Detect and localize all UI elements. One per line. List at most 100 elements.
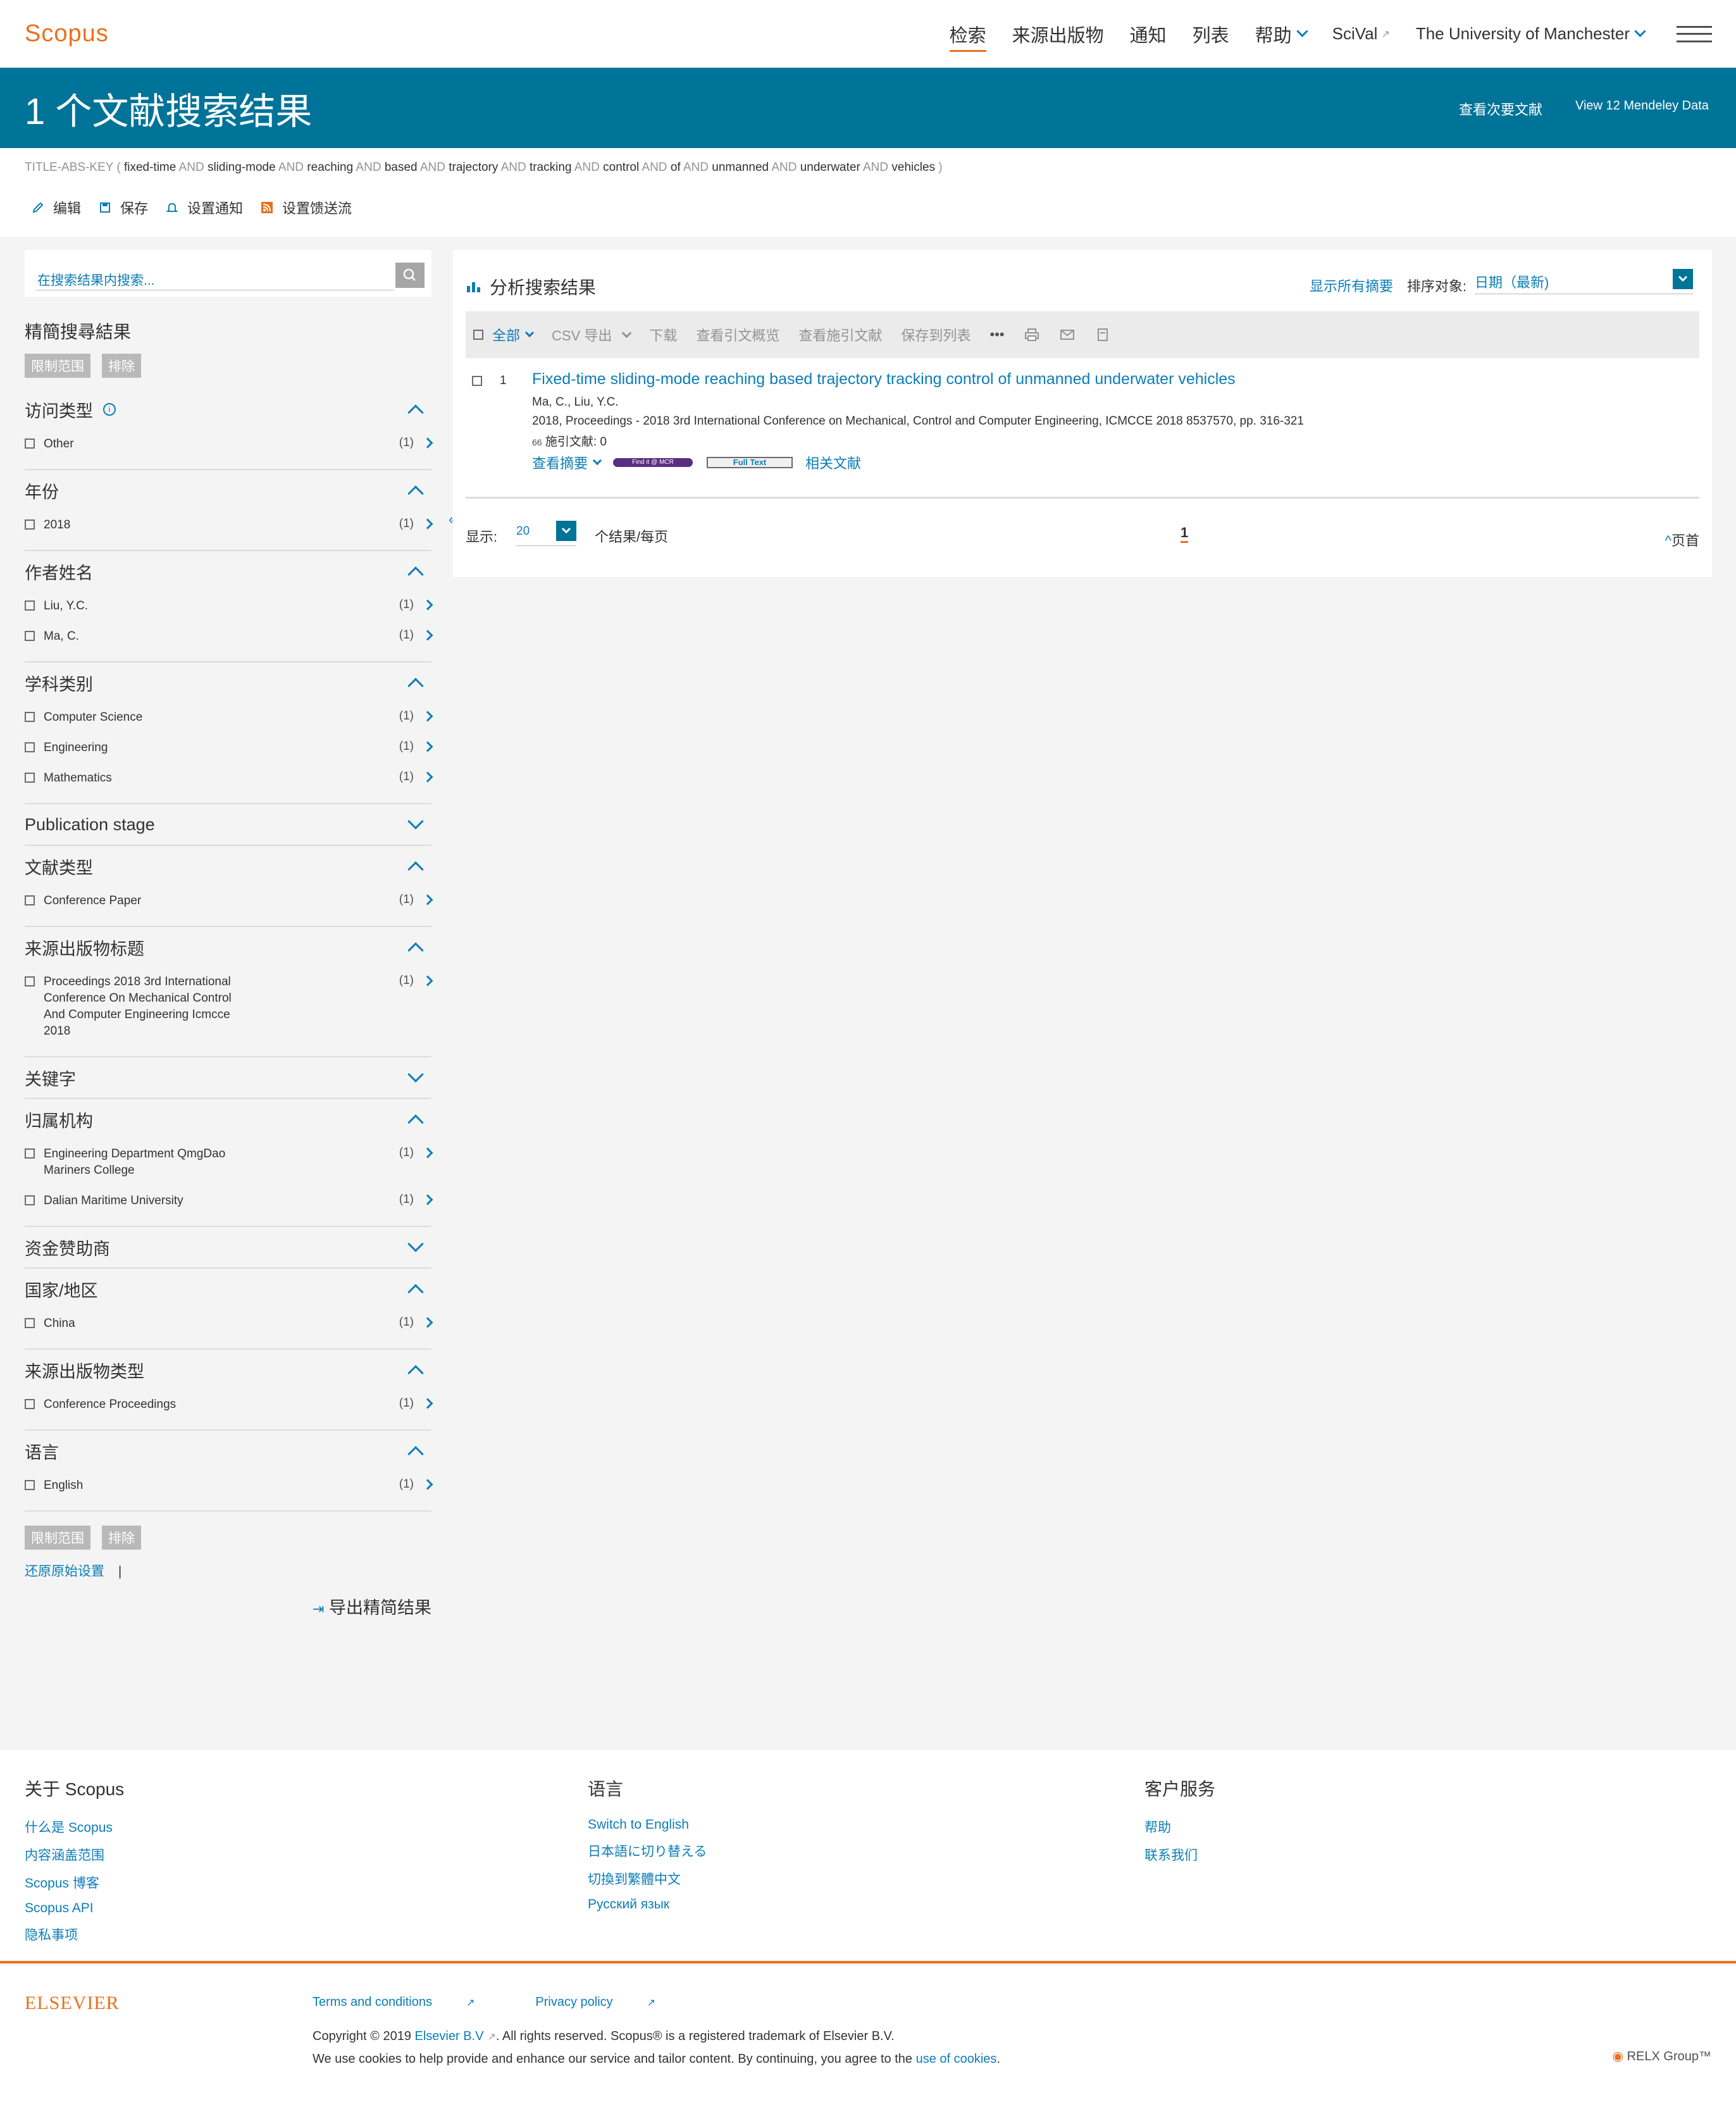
result-title-link[interactable]: Fixed-time sliding-mode reaching based t… bbox=[532, 370, 1236, 389]
view-abstract-link[interactable]: 查看摘要 bbox=[532, 452, 588, 473]
chevron-up-icon[interactable] bbox=[407, 1114, 424, 1131]
facet-checkbox[interactable] bbox=[25, 439, 35, 449]
sort-select[interactable]: 日期（最新) bbox=[1475, 269, 1693, 294]
facet-checkbox[interactable] bbox=[25, 1480, 35, 1490]
chevron-right-icon[interactable] bbox=[422, 518, 433, 530]
facet-header[interactable]: Publication stage bbox=[25, 804, 431, 845]
chevron-right-icon[interactable] bbox=[422, 437, 433, 449]
facet-header[interactable]: 文献类型 bbox=[25, 846, 431, 886]
elsevier-bv-link[interactable]: Elsevier B.V bbox=[415, 2029, 484, 2043]
footer-link-content-coverage[interactable]: 内容涵盖范围 bbox=[25, 1845, 124, 1864]
chevron-up-icon[interactable] bbox=[407, 1365, 424, 1381]
chevron-up-icon[interactable] bbox=[407, 404, 424, 421]
facet-header[interactable]: 资金赞助商 bbox=[25, 1227, 431, 1267]
facet-header[interactable]: 年份 bbox=[25, 470, 431, 511]
footer-link-english[interactable]: Switch to English bbox=[588, 1817, 707, 1832]
full-text-button[interactable]: Full Text bbox=[707, 457, 793, 468]
chevron-right-icon[interactable] bbox=[422, 975, 433, 986]
search-within-results[interactable]: 在搜索结果内搜索... bbox=[25, 250, 431, 297]
chevron-up-icon[interactable] bbox=[407, 485, 424, 502]
chevron-up-icon[interactable] bbox=[407, 678, 424, 694]
facet-checkbox[interactable] bbox=[25, 1318, 35, 1328]
cited-by-button[interactable]: 查看施引文献 bbox=[798, 325, 882, 345]
footer-link-help[interactable]: 帮助 bbox=[1144, 1817, 1215, 1836]
email-icon[interactable] bbox=[1059, 328, 1076, 342]
set-alert-button[interactable]: 设置通知 bbox=[166, 197, 243, 218]
chevron-up-icon[interactable] bbox=[407, 942, 424, 959]
nav-scival[interactable]: SciVal ↗ bbox=[1332, 15, 1390, 53]
facet-checkbox[interactable] bbox=[25, 712, 35, 722]
facet-header[interactable]: 来源出版物类型 bbox=[25, 1350, 431, 1390]
set-feed-button[interactable]: 设置馈送流 bbox=[261, 197, 352, 218]
secondary-documents-link[interactable]: 查看次要文献 bbox=[1459, 99, 1542, 119]
chevron-right-icon[interactable] bbox=[422, 599, 433, 611]
chevron-right-icon[interactable] bbox=[422, 1479, 433, 1490]
footer-link-contact[interactable]: 联系我们 bbox=[1144, 1845, 1215, 1864]
per-page-select[interactable]: 20 bbox=[516, 521, 576, 546]
facet-checkbox[interactable] bbox=[25, 1399, 35, 1409]
use-of-cookies-link[interactable]: use of cookies bbox=[916, 2052, 997, 2066]
nav-alerts[interactable]: 通知 bbox=[1130, 15, 1167, 53]
chevron-right-icon[interactable] bbox=[422, 1194, 433, 1205]
chevron-right-icon[interactable] bbox=[422, 894, 433, 905]
footer-link-privacy[interactable]: 隐私事项 bbox=[25, 1925, 124, 1944]
institution-menu[interactable]: The University of Manchester bbox=[1416, 15, 1646, 53]
show-all-abstracts-link[interactable]: 显示所有摘要 bbox=[1310, 275, 1393, 295]
bibliography-icon[interactable] bbox=[1094, 328, 1111, 342]
csv-export-button[interactable]: CSV 导出 bbox=[552, 325, 632, 345]
facet-checkbox[interactable] bbox=[25, 1195, 35, 1205]
scopus-logo[interactable]: Scopus bbox=[25, 20, 109, 47]
find-it-button[interactable]: Find it @ MCR bbox=[613, 458, 693, 467]
reset-link[interactable]: 还原原始设置 bbox=[25, 1564, 104, 1579]
search-button[interactable] bbox=[395, 263, 425, 288]
terms-link[interactable]: Terms and conditions ↗ bbox=[313, 1995, 505, 2010]
facet-checkbox[interactable] bbox=[25, 895, 35, 905]
facet-checkbox[interactable] bbox=[25, 742, 35, 752]
facet-header[interactable]: 归属机构 bbox=[25, 1099, 431, 1140]
chevron-right-icon[interactable] bbox=[422, 630, 433, 641]
info-icon[interactable]: i bbox=[103, 403, 116, 416]
facet-header[interactable]: 来源出版物标题 bbox=[25, 927, 431, 967]
chevron-right-icon[interactable] bbox=[422, 1398, 433, 1409]
search-within-input[interactable]: 在搜索结果内搜索... bbox=[37, 270, 155, 289]
select-all[interactable]: 全部 bbox=[473, 325, 535, 345]
nav-lists[interactable]: 列表 bbox=[1193, 15, 1229, 53]
edit-button[interactable]: 编辑 bbox=[32, 197, 81, 218]
facet-header[interactable]: 作者姓名 bbox=[25, 551, 431, 592]
facet-header[interactable]: 语言 bbox=[25, 1431, 431, 1471]
chevron-right-icon[interactable] bbox=[422, 1317, 433, 1328]
more-options-button[interactable]: ••• bbox=[989, 327, 1004, 343]
chevron-right-icon[interactable] bbox=[422, 1147, 433, 1159]
privacy-link[interactable]: Privacy policy ↗ bbox=[535, 1995, 686, 2010]
related-documents-link[interactable]: 相关文献 bbox=[805, 452, 861, 473]
facet-checkbox[interactable] bbox=[25, 600, 35, 611]
chevron-right-icon[interactable] bbox=[422, 771, 433, 783]
limit-to-button[interactable]: 限制范围 bbox=[25, 354, 90, 378]
exclude-button-bottom[interactable]: 排除 bbox=[102, 1526, 141, 1550]
menu-icon[interactable] bbox=[1677, 25, 1712, 42]
nav-search[interactable]: 检索 bbox=[949, 15, 986, 53]
chevron-right-icon[interactable] bbox=[422, 741, 433, 752]
exclude-button[interactable]: 排除 bbox=[102, 354, 141, 378]
facet-header[interactable]: 关键字 bbox=[25, 1057, 431, 1098]
mendeley-data-link[interactable]: View 12 Mendeley Data bbox=[1575, 99, 1709, 113]
chevron-right-icon[interactable] bbox=[422, 711, 433, 722]
footer-link-blog[interactable]: Scopus 博客 bbox=[25, 1873, 124, 1892]
print-icon[interactable] bbox=[1024, 328, 1040, 342]
nav-sources[interactable]: 来源出版物 bbox=[1012, 15, 1104, 53]
chevron-up-icon[interactable] bbox=[407, 861, 424, 878]
select-all-checkbox[interactable] bbox=[473, 330, 483, 340]
save-to-list-button[interactable]: 保存到列表 bbox=[901, 325, 970, 345]
facet-checkbox[interactable] bbox=[25, 1148, 35, 1159]
facet-checkbox[interactable] bbox=[25, 976, 35, 986]
download-button[interactable]: 下载 bbox=[649, 325, 677, 345]
save-button[interactable]: 保存 bbox=[99, 197, 148, 218]
citation-overview-button[interactable]: 查看引文概览 bbox=[696, 325, 779, 345]
facet-header[interactable]: 访问类型 i bbox=[25, 389, 431, 430]
nav-help[interactable]: 帮助 bbox=[1255, 15, 1308, 53]
chevron-down-icon[interactable] bbox=[407, 813, 424, 830]
chevron-up-icon[interactable] bbox=[407, 1284, 424, 1300]
limit-to-button-bottom[interactable]: 限制范围 bbox=[25, 1526, 90, 1550]
facet-header[interactable]: 学科类别 bbox=[25, 662, 431, 703]
back-to-top-link[interactable]: ^页首 bbox=[1665, 530, 1699, 550]
